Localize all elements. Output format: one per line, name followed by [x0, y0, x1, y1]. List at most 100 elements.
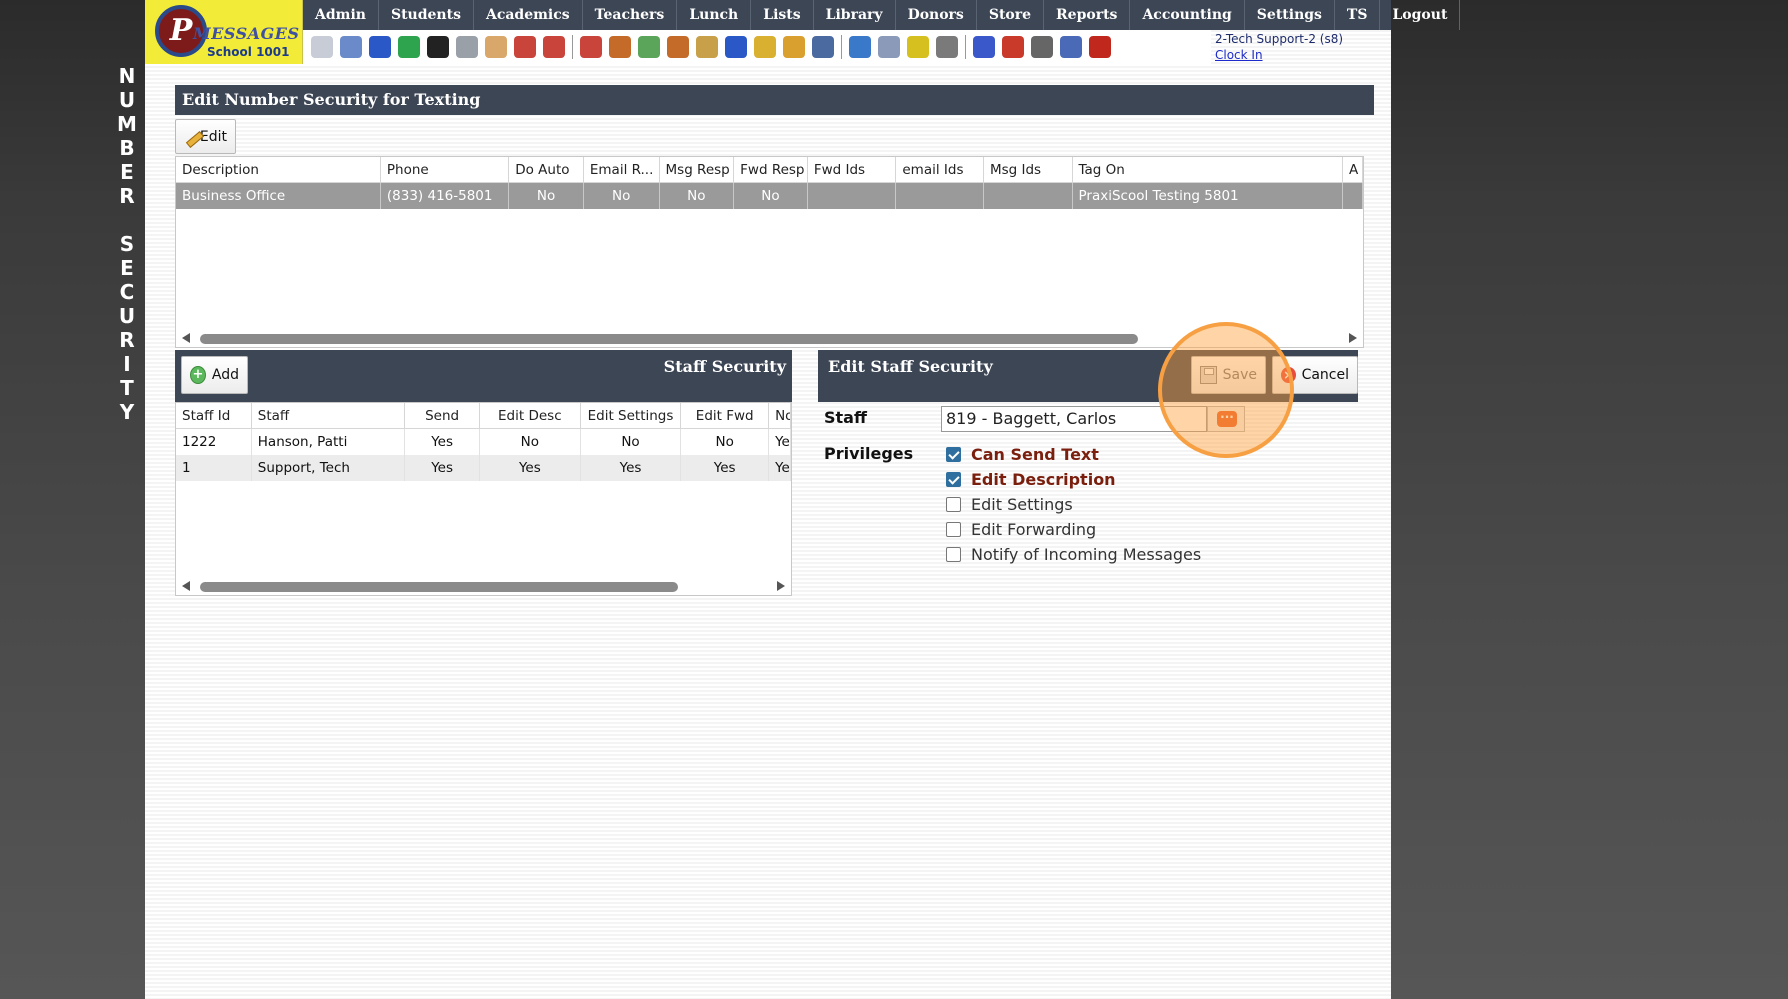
- page-title: Edit Number Security for Texting: [175, 85, 1374, 115]
- privilege-edit-settings[interactable]: Edit Settings: [946, 495, 1073, 514]
- side-letter: T: [120, 376, 134, 400]
- cancel-button[interactable]: × Cancel: [1272, 356, 1358, 394]
- col-msg-ids[interactable]: Msg Ids: [983, 157, 1073, 183]
- speaker-icon[interactable]: [456, 36, 478, 58]
- icon-toolbar: [303, 30, 1211, 64]
- table-row[interactable]: 1 Support, Tech Yes Yes Yes Yes Ye: [176, 455, 791, 481]
- card-icon[interactable]: [907, 36, 929, 58]
- lunch-icon[interactable]: [696, 36, 718, 58]
- nav-students[interactable]: Students: [379, 0, 474, 30]
- col-email-ids[interactable]: email Ids: [896, 157, 984, 183]
- store-icon[interactable]: [783, 36, 805, 58]
- side-letter: R: [119, 328, 135, 352]
- edit-button[interactable]: Edit: [175, 119, 236, 154]
- add-button[interactable]: + Add: [181, 356, 248, 394]
- search-icon[interactable]: [311, 36, 333, 58]
- privilege-label: Edit Description: [971, 470, 1116, 489]
- megaphone-icon[interactable]: [543, 36, 565, 58]
- col-tag-on[interactable]: Tag On: [1072, 157, 1344, 183]
- horizontal-scrollbar[interactable]: [176, 577, 791, 595]
- scroll-left-icon[interactable]: [182, 333, 190, 343]
- nav-donors[interactable]: Donors: [896, 0, 977, 30]
- col-description[interactable]: Description: [176, 157, 381, 183]
- bell-icon[interactable]: [754, 36, 776, 58]
- calendar-grid-icon[interactable]: [340, 36, 362, 58]
- col-do-auto[interactable]: Do Auto: [509, 157, 584, 183]
- chat-icon[interactable]: [398, 36, 420, 58]
- pdf-icon[interactable]: [1002, 36, 1024, 58]
- col-a[interactable]: A: [1343, 157, 1363, 183]
- scroll-right-icon[interactable]: [1349, 333, 1357, 343]
- col-edit-settings[interactable]: Edit Settings: [580, 403, 682, 429]
- checkbox[interactable]: [946, 497, 961, 512]
- nav-settings[interactable]: Settings: [1245, 0, 1335, 30]
- nav-logout[interactable]: Logout: [1380, 0, 1461, 30]
- nav-reports[interactable]: Reports: [1044, 0, 1131, 30]
- side-letter: U: [118, 88, 136, 112]
- horizontal-scrollbar[interactable]: [176, 329, 1363, 347]
- power-icon[interactable]: [1089, 36, 1111, 58]
- phone-icon[interactable]: [427, 36, 449, 58]
- col-edit-desc[interactable]: Edit Desc: [480, 403, 581, 429]
- nav-teachers[interactable]: Teachers: [583, 0, 678, 30]
- scroll-left-icon[interactable]: [182, 581, 190, 591]
- checkbox[interactable]: [946, 547, 961, 562]
- scroll-thumb[interactable]: [200, 582, 678, 592]
- col-phone[interactable]: Phone: [380, 157, 510, 183]
- checkbox[interactable]: [946, 522, 961, 537]
- staff-icon[interactable]: [812, 36, 834, 58]
- col-notify[interactable]: No: [769, 403, 791, 429]
- privilege-edit-forwarding[interactable]: Edit Forwarding: [946, 520, 1096, 539]
- table-row[interactable]: Business Office (833) 416-5801 No No No …: [176, 183, 1363, 209]
- nav-store[interactable]: Store: [977, 0, 1045, 30]
- nav-academics[interactable]: Academics: [474, 0, 583, 30]
- privilege-notify-incoming[interactable]: Notify of Incoming Messages: [946, 545, 1201, 564]
- nav-admin[interactable]: Admin: [303, 0, 379, 30]
- clock-in-link[interactable]: Clock In: [1215, 48, 1385, 62]
- col-msg-resp[interactable]: Msg Resp: [659, 157, 735, 183]
- teacher-icon[interactable]: [609, 36, 631, 58]
- help-icon[interactable]: [1060, 36, 1082, 58]
- cell-edit-fwd: Yes: [681, 455, 770, 481]
- staff-lookup-button[interactable]: ···: [1207, 406, 1245, 432]
- nav-accounting[interactable]: Accounting: [1130, 0, 1245, 30]
- checkbox-checked[interactable]: [946, 447, 961, 462]
- cell-staff: Hanson, Patti: [252, 429, 406, 455]
- group-icon[interactable]: [667, 36, 689, 58]
- email-at-icon[interactable]: [369, 36, 391, 58]
- clock-icon[interactable]: [849, 36, 871, 58]
- col-edit-fwd[interactable]: Edit Fwd: [681, 403, 770, 429]
- book-icon[interactable]: [725, 36, 747, 58]
- nav-ts[interactable]: TS: [1335, 0, 1381, 30]
- staff-label: Staff: [824, 408, 867, 427]
- nav-library[interactable]: Library: [814, 0, 896, 30]
- privilege-can-send-text[interactable]: Can Send Text: [946, 445, 1099, 464]
- col-fwd-ids[interactable]: Fwd Ids: [807, 157, 897, 183]
- nav-lunch[interactable]: Lunch: [677, 0, 752, 30]
- report-icon[interactable]: [878, 36, 900, 58]
- save-button[interactable]: Save: [1191, 356, 1266, 394]
- col-email-resp[interactable]: Email R...: [583, 157, 660, 183]
- money-icon[interactable]: [638, 36, 660, 58]
- toolbar-separator: [965, 35, 966, 59]
- add-button-label: Add: [211, 367, 239, 383]
- col-send[interactable]: Send: [405, 403, 480, 429]
- col-staff[interactable]: Staff: [251, 403, 406, 429]
- ellipsis-icon: ···: [1217, 411, 1237, 427]
- ap-icon[interactable]: [973, 36, 995, 58]
- scroll-right-icon[interactable]: [777, 581, 785, 591]
- privilege-edit-description[interactable]: Edit Description: [946, 470, 1116, 489]
- table-row[interactable]: 1222 Hanson, Patti Yes No No No Ye: [176, 429, 791, 455]
- scroll-thumb[interactable]: [200, 334, 1138, 344]
- newsletter-icon[interactable]: [485, 36, 507, 58]
- printer-icon[interactable]: [936, 36, 958, 58]
- col-fwd-resp[interactable]: Fwd Resp: [734, 157, 808, 183]
- print-stack-icon[interactable]: [1031, 36, 1053, 58]
- student-add-icon[interactable]: [580, 36, 602, 58]
- app-logo[interactable]: P MESSAGES School 1001: [145, 0, 303, 64]
- nav-lists[interactable]: Lists: [751, 0, 814, 30]
- staff-field[interactable]: 819 - Baggett, Carlos: [941, 406, 1207, 432]
- col-staff-id[interactable]: Staff Id: [176, 403, 252, 429]
- checkbox-checked[interactable]: [946, 472, 961, 487]
- calendar-icon[interactable]: [514, 36, 536, 58]
